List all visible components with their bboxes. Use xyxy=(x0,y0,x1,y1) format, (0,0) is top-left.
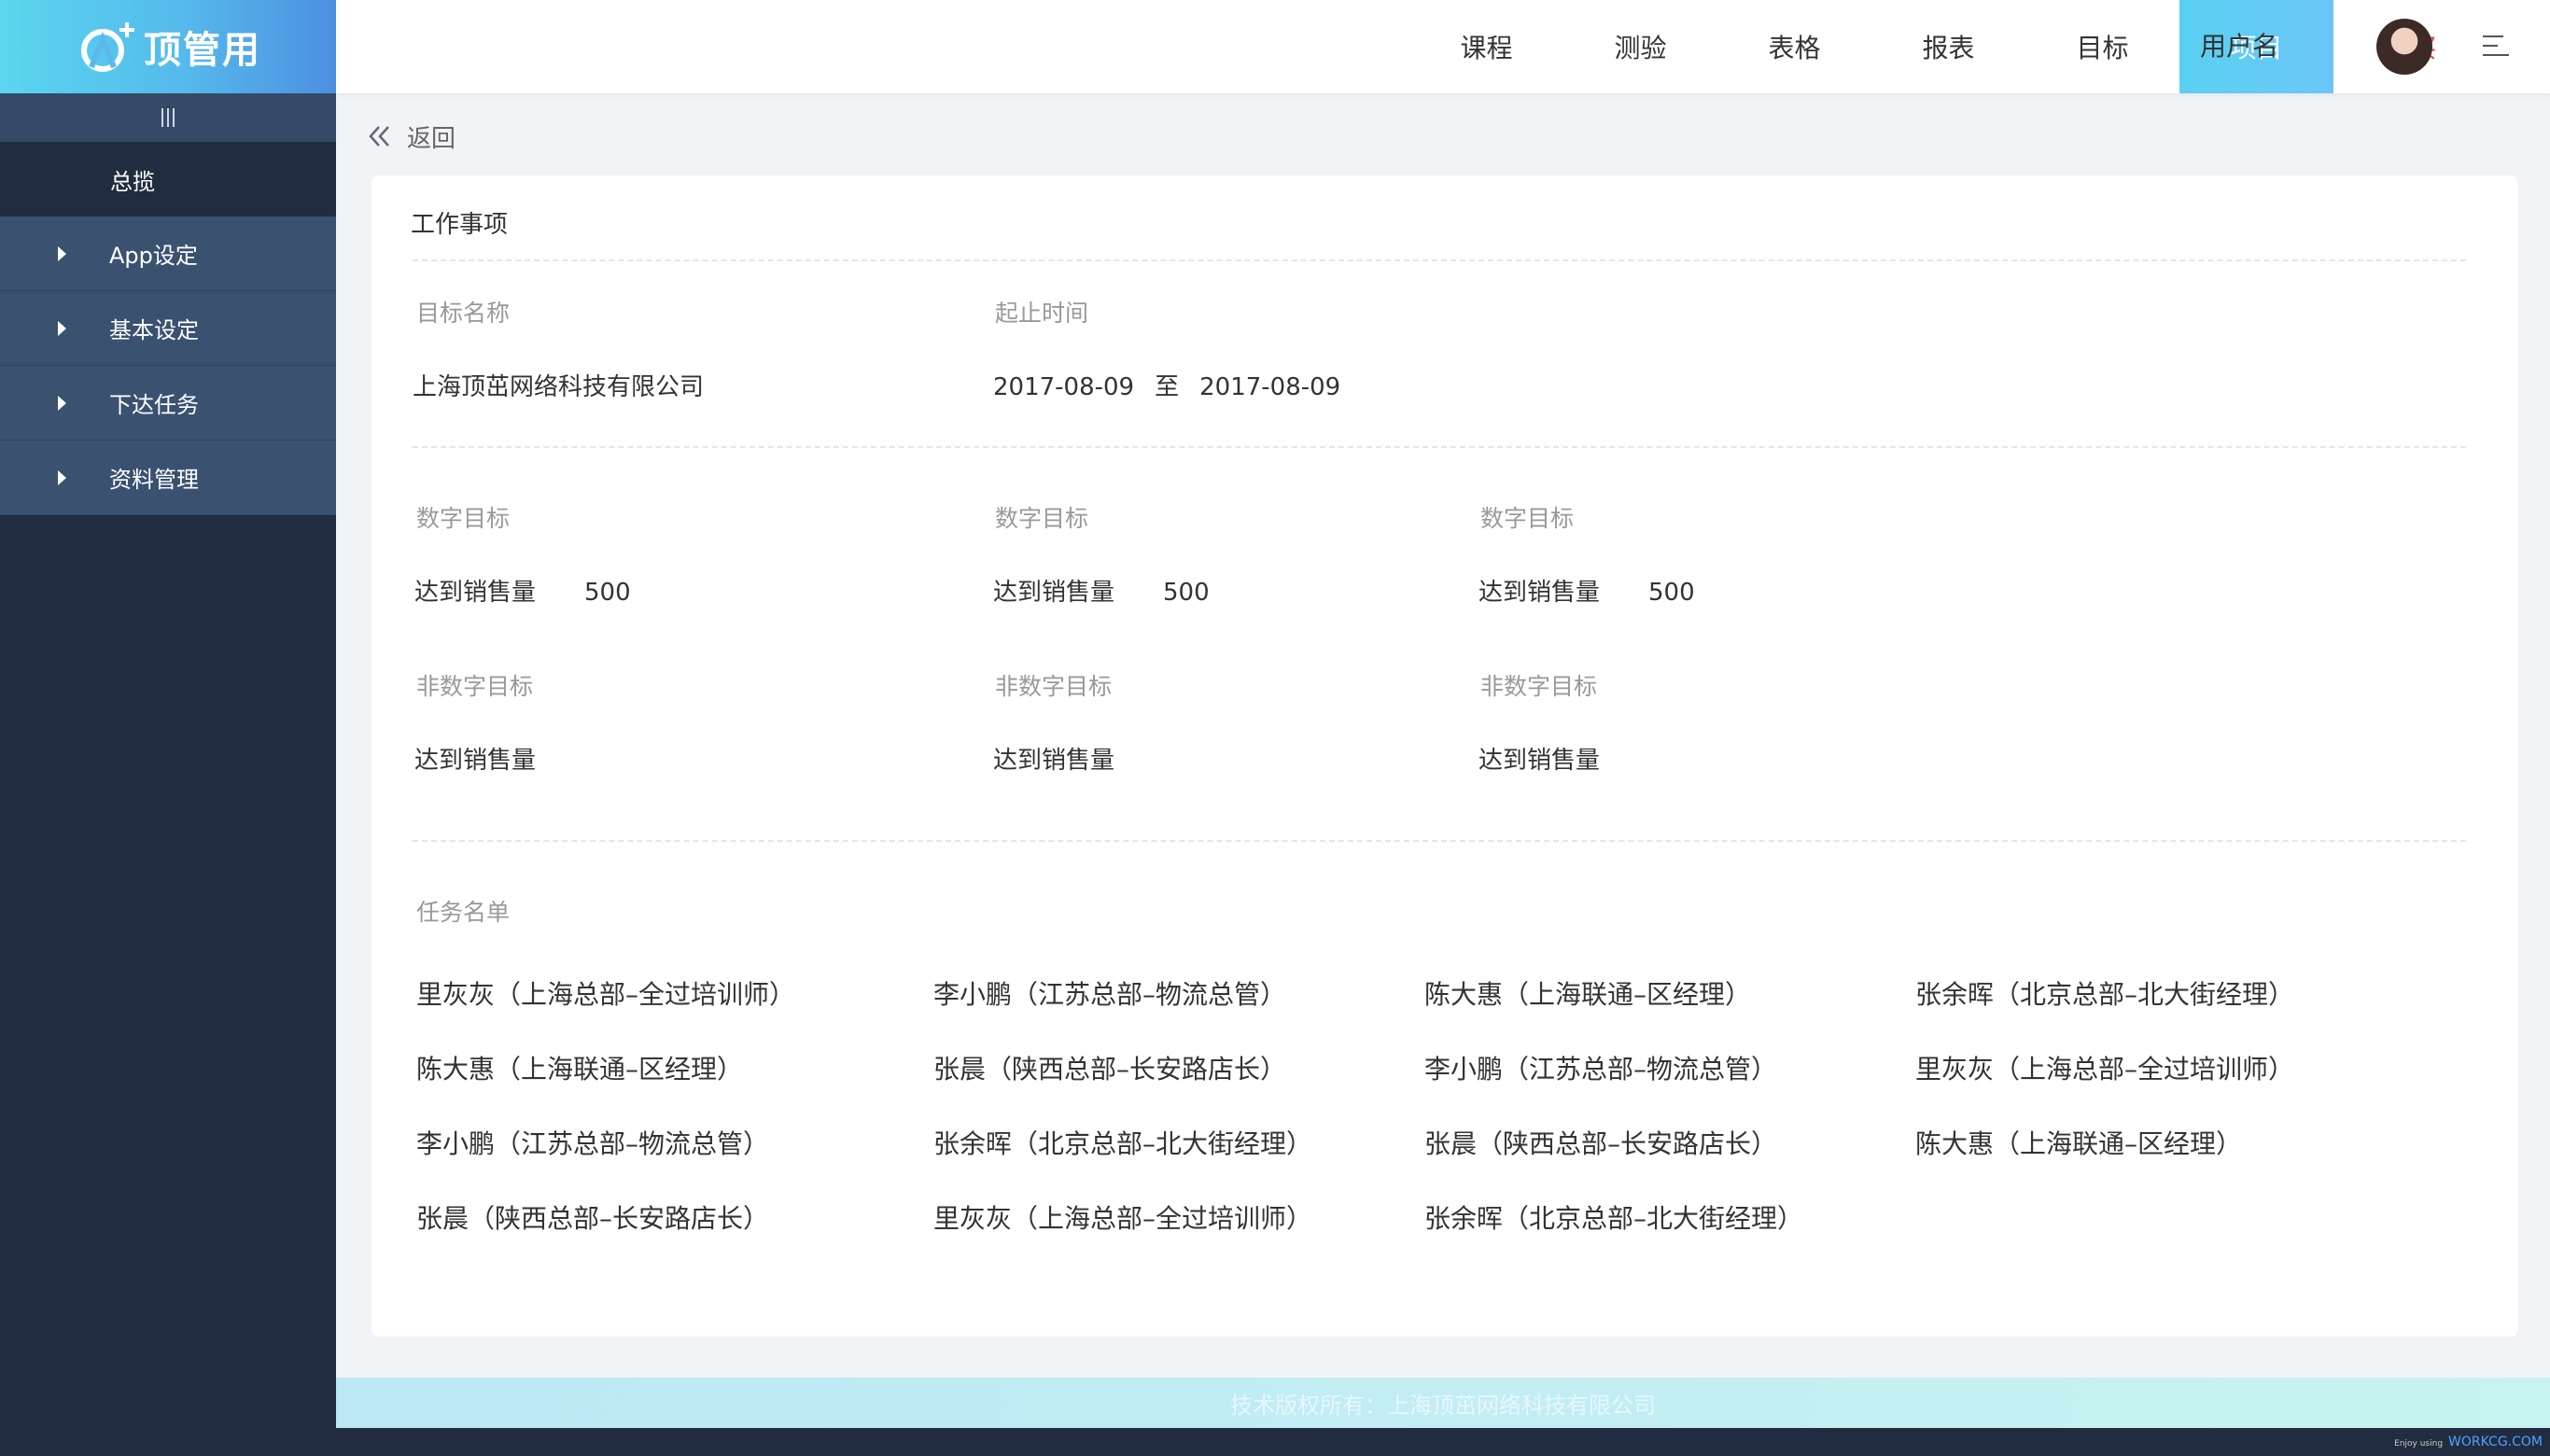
target-name-value: 上海顶茁网络科技有限公司 xyxy=(413,373,705,401)
numeric-target-value: 达到销售量 500 xyxy=(414,573,631,608)
watermark-brand: WORKCG.COM xyxy=(2448,1435,2543,1449)
task-list-label: 任务名单 xyxy=(416,899,511,926)
task-item: 里灰灰（上海总部–全过培训师） xyxy=(1915,1054,2295,1085)
task-item: 张余晖（北京总部–北大街经理） xyxy=(1915,979,2295,1010)
task-item: 里灰灰（上海总部–全过培训师） xyxy=(933,1203,1313,1234)
caret-right-icon xyxy=(58,469,66,485)
caret-right-icon xyxy=(58,320,66,336)
task-item: 张余晖（北京总部–北大街经理） xyxy=(1424,1203,1804,1234)
back-label: 返回 xyxy=(407,124,456,153)
numeric-target-label: 数字目标 xyxy=(1480,505,1575,532)
tab-reports[interactable]: 报表 xyxy=(1871,0,2025,93)
top-bar: 课程 测验 表格 报表 目标 项目 购买 用户名 xyxy=(336,0,2550,93)
caret-right-icon xyxy=(58,395,66,411)
watermark-prefix: Enjoy using xyxy=(2394,1439,2444,1449)
double-chevron-left-icon xyxy=(369,126,389,147)
tab-goals[interactable]: 目标 xyxy=(2025,0,2179,93)
watermark: Enjoy using WORKCG.COM xyxy=(2394,1435,2543,1449)
task-item: 李小鹏（江苏总部–物流总管） xyxy=(1424,1054,1778,1085)
hamburger-menu-icon[interactable] xyxy=(2483,35,2509,58)
footer: 技术版权所有：上海顶茁网络科技有限公司 xyxy=(336,1378,2550,1428)
numeric-target-value: 达到销售量 500 xyxy=(993,573,1210,608)
sidebar-item-label: App设定 xyxy=(109,243,198,269)
sidebar-item-label: 资料管理 xyxy=(109,467,199,493)
numeric-target-name: 达到销售量 xyxy=(414,579,537,607)
task-item: 张余晖（北京总部–北大街经理） xyxy=(933,1128,1313,1159)
work-item-card: 工作事项 目标名称 起止时间 上海顶茁网络科技有限公司 2017-08-09 至 2… xyxy=(371,175,2518,1337)
tab-courses[interactable]: 课程 xyxy=(1409,0,1563,93)
back-link[interactable]: 返回 xyxy=(366,121,456,153)
sidebar-item-label: 下达任务 xyxy=(109,392,199,418)
sidebar-item-label: 基本设定 xyxy=(109,317,199,343)
task-item: 李小鹏（江苏总部–物流总管） xyxy=(933,979,1287,1010)
period-value: 2017-08-09 至 2017-08-09 xyxy=(993,368,1340,402)
bottom-strip xyxy=(0,1428,2550,1456)
numeric-target-value: 达到销售量 500 xyxy=(1478,573,1695,608)
period-label: 起止时间 xyxy=(995,300,1089,327)
numeric-target-name: 达到销售量 xyxy=(1478,579,1601,607)
task-item: 张晨（陕西总部–长安路店长） xyxy=(933,1054,1287,1085)
logo-text: 顶管用 xyxy=(144,29,261,72)
non-numeric-target-label: 非数字目标 xyxy=(416,673,534,700)
task-item: 陈大惠（上海联通–区经理） xyxy=(1424,979,1752,1010)
non-numeric-target-label: 非数字目标 xyxy=(1480,673,1598,700)
logo-mark-icon xyxy=(81,22,134,72)
avatar[interactable] xyxy=(2376,19,2432,75)
tab-quizzes[interactable]: 测验 xyxy=(1563,0,1717,93)
divider xyxy=(413,840,2466,842)
non-numeric-target-value: 达到销售量 xyxy=(993,747,1115,775)
brand-logo[interactable]: 顶管用 xyxy=(0,0,336,93)
card-title: 工作事项 xyxy=(411,211,509,239)
numeric-target-label: 数字目标 xyxy=(416,505,511,532)
tab-forms[interactable]: 表格 xyxy=(1717,0,1871,93)
non-numeric-target-label: 非数字目标 xyxy=(995,673,1113,700)
sidebar-item-label: 总揽 xyxy=(110,168,155,195)
date-separator: 至 xyxy=(1155,373,1180,401)
menu-bars-icon xyxy=(161,108,175,127)
non-numeric-target-value: 达到销售量 xyxy=(1478,747,1601,775)
target-name-label: 目标名称 xyxy=(416,300,511,327)
task-item: 张晨（陕西总部–长安路店长） xyxy=(1424,1128,1778,1159)
task-item: 张晨（陕西总部–长安路店长） xyxy=(416,1203,770,1234)
caret-right-icon xyxy=(58,245,66,261)
end-date: 2017-08-09 xyxy=(1199,373,1341,401)
numeric-target-amount: 500 xyxy=(584,579,631,607)
task-item: 李小鹏（江苏总部–物流总管） xyxy=(416,1128,770,1159)
numeric-target-name: 达到销售量 xyxy=(993,579,1115,607)
username[interactable]: 用户名 xyxy=(2200,0,2278,93)
sidebar-item-assign-tasks[interactable]: 下达任务 xyxy=(0,366,336,441)
task-item: 陈大惠（上海联通–区经理） xyxy=(1915,1128,2243,1159)
top-nav: 课程 测验 表格 报表 目标 项目 购买 xyxy=(1409,0,2487,93)
footer-copyright: 技术版权所有：上海顶茁网络科技有限公司 xyxy=(1230,1392,1656,1419)
numeric-target-amount: 500 xyxy=(1163,579,1210,607)
numeric-target-amount: 500 xyxy=(1648,579,1695,607)
sidebar-item-basic-settings[interactable]: 基本设定 xyxy=(0,291,336,366)
sidebar-item-data-management[interactable]: 资料管理 xyxy=(0,441,336,515)
sidebar-toggle-button[interactable] xyxy=(0,93,336,142)
start-date: 2017-08-09 xyxy=(993,373,1135,401)
divider xyxy=(413,259,2466,261)
non-numeric-target-value: 达到销售量 xyxy=(414,747,537,775)
sidebar-item-app-settings[interactable]: App设定 xyxy=(0,217,336,291)
divider xyxy=(413,446,2466,448)
sidebar-item-overview[interactable]: 总揽 xyxy=(0,142,336,217)
sidebar: 总揽 App设定 基本设定 下达任务 资料管理 xyxy=(0,93,336,1430)
task-item: 陈大惠（上海联通–区经理） xyxy=(416,1054,744,1085)
numeric-target-label: 数字目标 xyxy=(995,505,1089,532)
task-item: 里灰灰（上海总部–全过培训师） xyxy=(416,979,796,1010)
